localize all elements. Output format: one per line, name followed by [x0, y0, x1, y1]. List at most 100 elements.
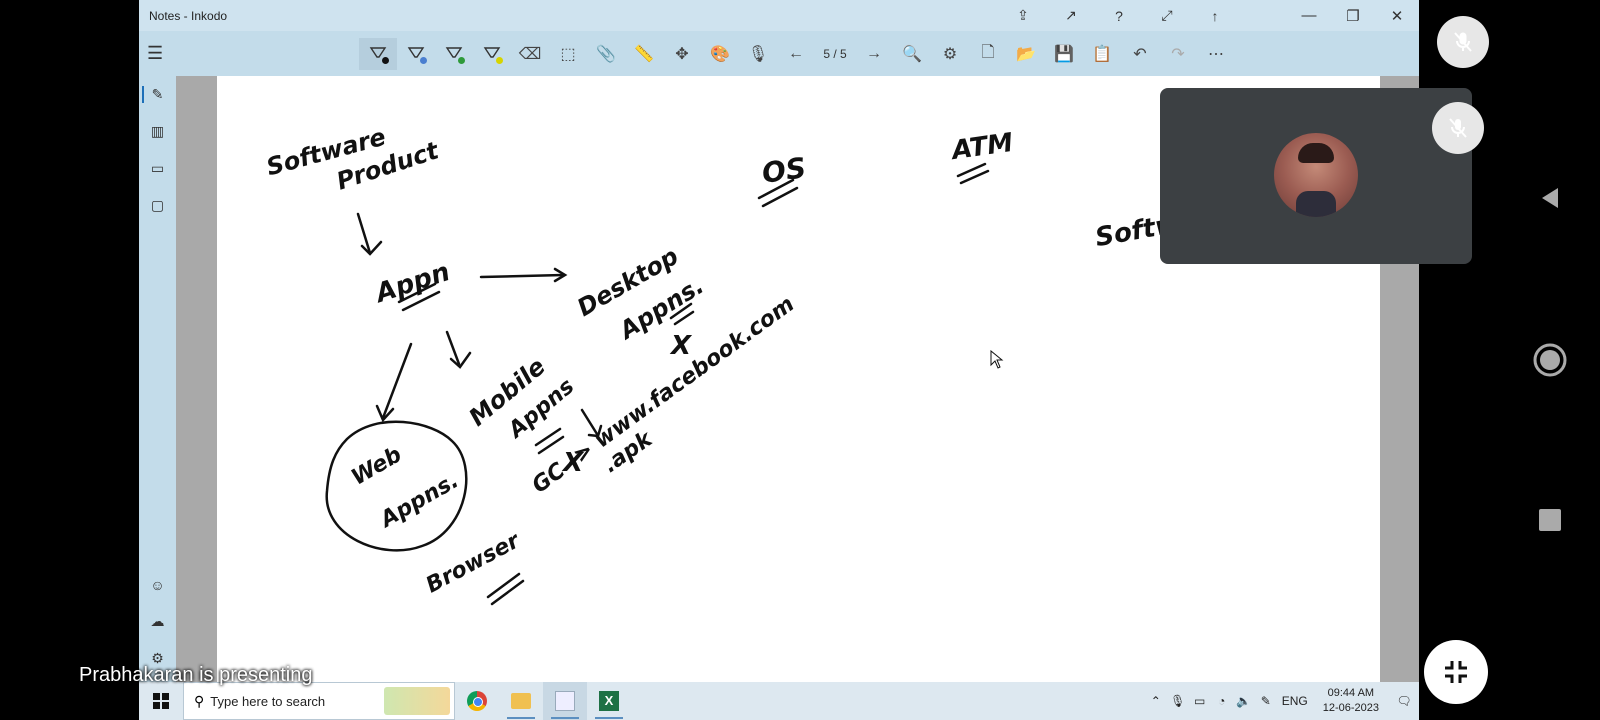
- minimize-button[interactable]: —: [1287, 0, 1331, 31]
- save-button[interactable]: 💾: [1045, 38, 1083, 70]
- sidebar-item-library[interactable]: ▥: [139, 113, 176, 150]
- taskbar-inkodo[interactable]: [543, 682, 587, 720]
- back-button[interactable]: [1530, 178, 1570, 218]
- export-icon[interactable]: ⇪: [999, 7, 1047, 24]
- library-icon: ▥: [150, 123, 165, 139]
- arrow-right-icon: →: [866, 45, 882, 62]
- sidebar-item-notes[interactable]: ✎: [139, 76, 176, 113]
- mic-off-icon: [1449, 118, 1467, 138]
- eraser-tool[interactable]: ⌫: [511, 38, 549, 70]
- folder-icon: 📂: [1016, 46, 1036, 63]
- sidebar-item-presenter[interactable]: ☺: [139, 566, 176, 603]
- exit-fullscreen-button[interactable]: [1424, 640, 1488, 704]
- clock-time: 09:44 AM: [1327, 687, 1375, 699]
- recents-square-icon: [1539, 509, 1561, 531]
- undo-icon: ↶: [1133, 46, 1147, 63]
- more-button[interactable]: ⋯: [1197, 38, 1235, 70]
- mic-off-icon: [1454, 32, 1472, 52]
- undo-button[interactable]: ↶: [1121, 38, 1159, 70]
- wifi-icon[interactable]: ◔: [1211, 694, 1233, 708]
- taskbar-excel[interactable]: X: [587, 682, 631, 720]
- pen-green-tool[interactable]: [435, 38, 473, 70]
- volume-icon[interactable]: 🔈: [1233, 694, 1255, 708]
- save-icon: 💾: [1054, 46, 1074, 63]
- taskbar-explorer[interactable]: [499, 682, 543, 720]
- open-button[interactable]: 📂: [1007, 38, 1045, 70]
- next-page-button[interactable]: →: [855, 38, 893, 70]
- restore-button[interactable]: ❐: [1331, 0, 1375, 31]
- battery-icon[interactable]: ▭: [1189, 694, 1211, 708]
- microphone-icon: 🎙: [747, 46, 769, 63]
- excel-icon: X: [599, 691, 619, 711]
- microphone-icon[interactable]: 🎙: [1167, 694, 1189, 708]
- menu-icon[interactable]: ☰: [147, 43, 167, 63]
- select-tool[interactable]: ⬚: [549, 38, 587, 70]
- up-arrow-icon[interactable]: ↑: [1191, 8, 1239, 24]
- cloud-icon: ☁: [150, 613, 165, 629]
- search-icon: ⚲: [194, 692, 205, 709]
- redo-icon: ↷: [1171, 46, 1185, 63]
- system-tray: ⌃ 🎙 ▭ ◔ 🔈 ✎ ENG 09:44 AM 12-06-2023 🗨: [1145, 682, 1419, 720]
- record-tool[interactable]: 🎙: [739, 38, 777, 70]
- sidebar-item-bag[interactable]: ▢: [139, 187, 176, 224]
- avatar: [1274, 133, 1358, 217]
- page-indicator: 5 / 5: [823, 47, 847, 61]
- taskbar: ⚲ Type here to search X ⌃ 🎙 ▭ ◔ 🔈 ✎ ENG …: [139, 682, 1419, 720]
- paste-button[interactable]: 📋: [1083, 38, 1121, 70]
- back-triangle-icon: [1542, 188, 1558, 208]
- pen-blue-tool[interactable]: [397, 38, 435, 70]
- fullscreen-icon[interactable]: ⤢: [1143, 7, 1191, 24]
- taskbar-search[interactable]: ⚲ Type here to search: [183, 682, 455, 720]
- clipboard-icon: 📋: [1092, 46, 1112, 63]
- pen-icon: ✎: [151, 86, 164, 102]
- sidebar-item-slides[interactable]: ▭: [139, 150, 176, 187]
- title-bar: Notes - Inkodo ⇪ ↗ ? ⤢ ↑ — ❐ ✕: [139, 0, 1419, 31]
- recents-button[interactable]: [1530, 500, 1570, 540]
- move-icon: ✥: [675, 46, 689, 63]
- start-button[interactable]: [139, 682, 183, 720]
- sidebar-item-cloud[interactable]: ☁: [139, 603, 176, 640]
- bag-icon: ▢: [150, 197, 165, 213]
- close-button[interactable]: ✕: [1375, 0, 1419, 31]
- presenting-label: Prabhakaran is presenting: [79, 664, 313, 686]
- share-icon[interactable]: ↗: [1047, 7, 1095, 24]
- language-indicator[interactable]: ENG: [1277, 694, 1313, 708]
- chrome-icon: [467, 691, 487, 711]
- chevron-up-icon[interactable]: ⌃: [1145, 694, 1167, 708]
- ruler-icon: 📏: [634, 46, 654, 63]
- clock[interactable]: 09:44 AM 12-06-2023: [1323, 686, 1379, 716]
- inkodo-icon: [555, 691, 575, 711]
- palette-tool[interactable]: 🎨: [701, 38, 739, 70]
- palette-icon: 🎨: [710, 46, 730, 63]
- paperclip-icon: 📎: [596, 46, 616, 63]
- new-page-button[interactable]: 🗋: [969, 38, 1007, 70]
- presenter-icon: ☺: [150, 576, 165, 593]
- sliders-icon: ⚙: [942, 46, 958, 63]
- ruler-tool[interactable]: 📏: [625, 38, 663, 70]
- collapse-icon: [1445, 661, 1467, 683]
- folder-icon: [511, 693, 531, 709]
- search-highlight-image: [384, 687, 450, 715]
- attach-tool[interactable]: 📎: [587, 38, 625, 70]
- highlighter-tool[interactable]: [473, 38, 511, 70]
- clock-date: 12-06-2023: [1322, 702, 1379, 714]
- prev-page-button[interactable]: ←: [777, 38, 815, 70]
- pen-black-tool[interactable]: [359, 38, 397, 70]
- cursor-icon: [990, 350, 1004, 369]
- move-tool[interactable]: ✥: [663, 38, 701, 70]
- magnifier-icon: 🔍: [902, 46, 922, 63]
- text-x-desktop: X: [671, 331, 692, 361]
- eraser-icon: ⌫: [518, 46, 542, 63]
- mic-muted-button[interactable]: [1437, 16, 1489, 68]
- help-icon[interactable]: ?: [1095, 8, 1143, 24]
- redo-button[interactable]: ↷: [1159, 38, 1197, 70]
- notifications-icon[interactable]: 🗨: [1389, 694, 1419, 708]
- toolbar: ☰ ⌫ ⬚ 📎 📏 ✥ 🎨 🎙 ← 5 / 5 → 🔍 ⚙ 🗋 📂 💾 📋 ↶ …: [139, 31, 1419, 76]
- pen-tray-icon[interactable]: ✎: [1255, 694, 1277, 708]
- zoom-button[interactable]: 🔍: [893, 38, 931, 70]
- participant-tile[interactable]: [1160, 88, 1484, 264]
- taskbar-chrome[interactable]: [455, 682, 499, 720]
- home-button[interactable]: [1530, 340, 1570, 380]
- arrow-left-icon: ←: [788, 45, 804, 62]
- settings-button[interactable]: ⚙: [931, 38, 969, 70]
